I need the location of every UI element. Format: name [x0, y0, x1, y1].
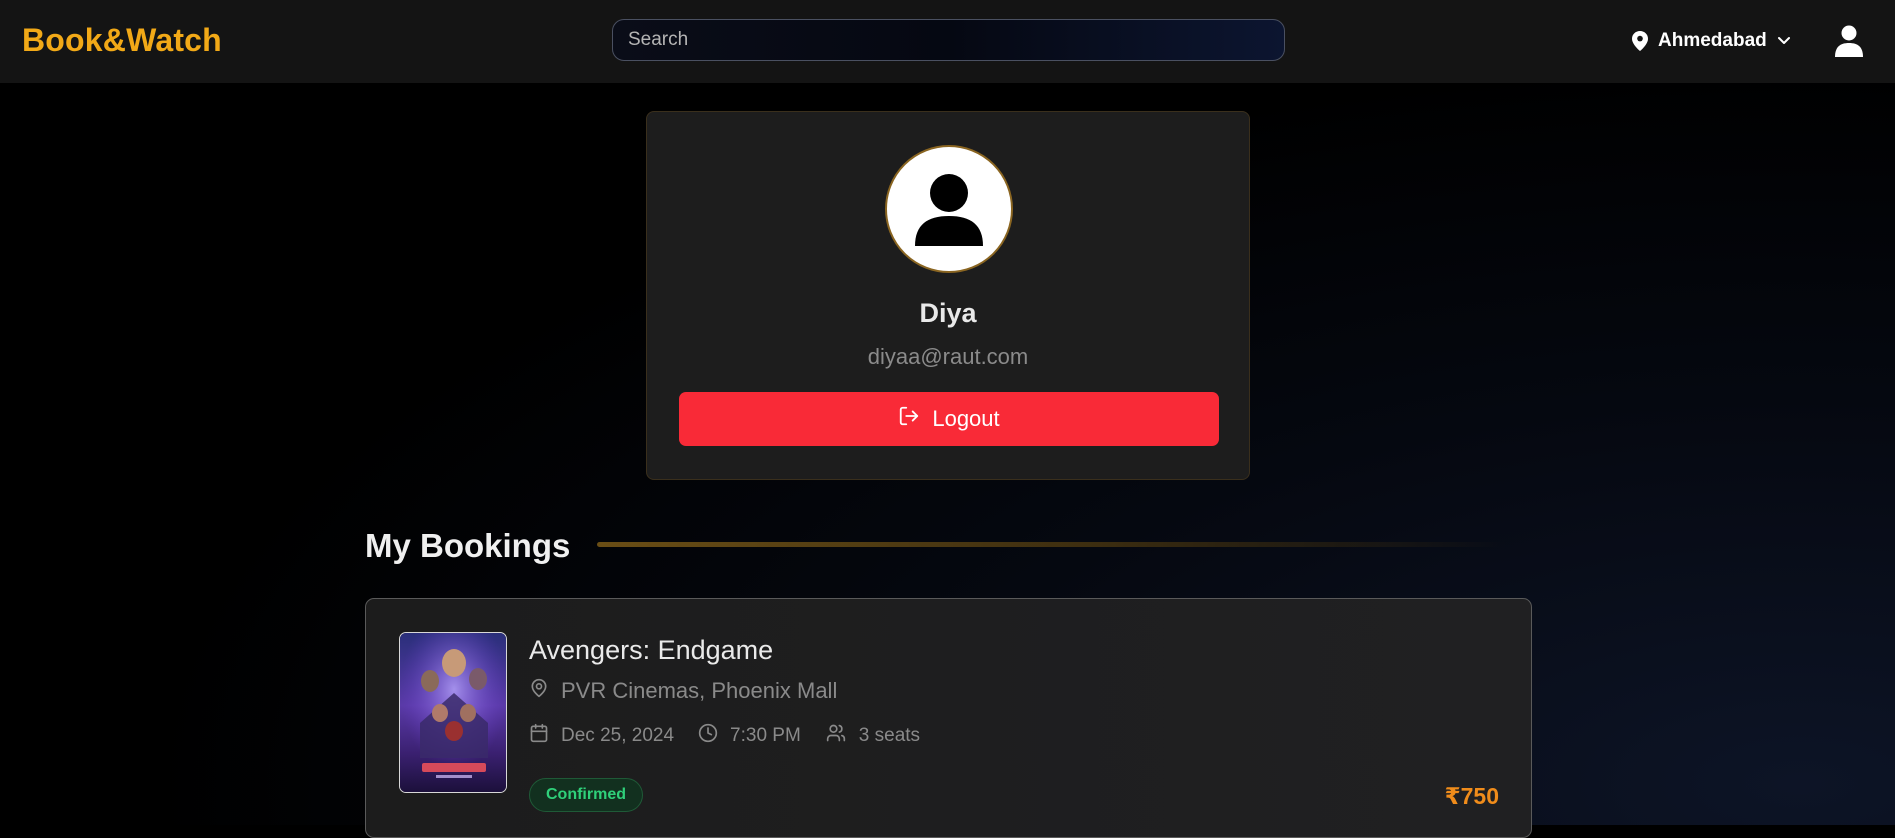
location-label: Ahmedabad	[1658, 30, 1767, 51]
movie-title: Avengers: Endgame	[529, 635, 774, 665]
booking-date-text: Dec 25, 2024	[561, 725, 675, 746]
theatre-info: PVR Cinemas, Phoenix Mall	[529, 677, 837, 705]
logout-button[interactable]: Logout	[679, 392, 1219, 446]
clock-icon	[698, 723, 718, 749]
movie-poster	[399, 632, 507, 793]
booking-card[interactable]: Avengers: Endgame PVR Cinemas, Phoenix M…	[365, 598, 1532, 838]
status-badge: Confirmed	[529, 778, 643, 812]
map-pin-icon	[1632, 31, 1648, 51]
profile-card: Diya diyaa@raut.com Logout	[646, 111, 1250, 480]
top-navbar: Book&Watch Ahmedabad	[0, 0, 1895, 83]
booking-time-text: 7:30 PM	[730, 725, 801, 746]
booking-seats-text: 3 seats	[858, 725, 921, 746]
theatre-name: PVR Cinemas, Phoenix Mall	[561, 678, 838, 703]
booking-details: Dec 25, 2024 7:30 PM 3 seats	[529, 723, 944, 749]
map-pin-icon	[529, 677, 549, 705]
booking-seats: 3 seats	[825, 723, 920, 749]
brand-logo[interactable]: Book&Watch	[22, 22, 222, 59]
booking-time: 7:30 PM	[698, 723, 801, 749]
user-icon	[915, 174, 983, 246]
profile-name: Diya	[919, 298, 977, 328]
location-selector[interactable]: Ahmedabad	[1632, 27, 1791, 55]
profile-email: diyaa@raut.com	[867, 344, 1029, 369]
users-icon	[825, 723, 847, 749]
booking-date: Dec 25, 2024	[529, 723, 674, 749]
chevron-down-icon	[1777, 36, 1791, 46]
logout-icon	[898, 405, 920, 433]
logout-label: Logout	[932, 406, 1000, 431]
search-input[interactable]	[612, 19, 1285, 61]
calendar-icon	[529, 723, 549, 749]
avatar	[885, 145, 1013, 273]
section-divider	[597, 542, 1507, 547]
booking-price: ₹750	[1444, 783, 1499, 809]
section-title-bookings: My Bookings	[365, 527, 571, 564]
user-icon[interactable]	[1835, 25, 1863, 57]
